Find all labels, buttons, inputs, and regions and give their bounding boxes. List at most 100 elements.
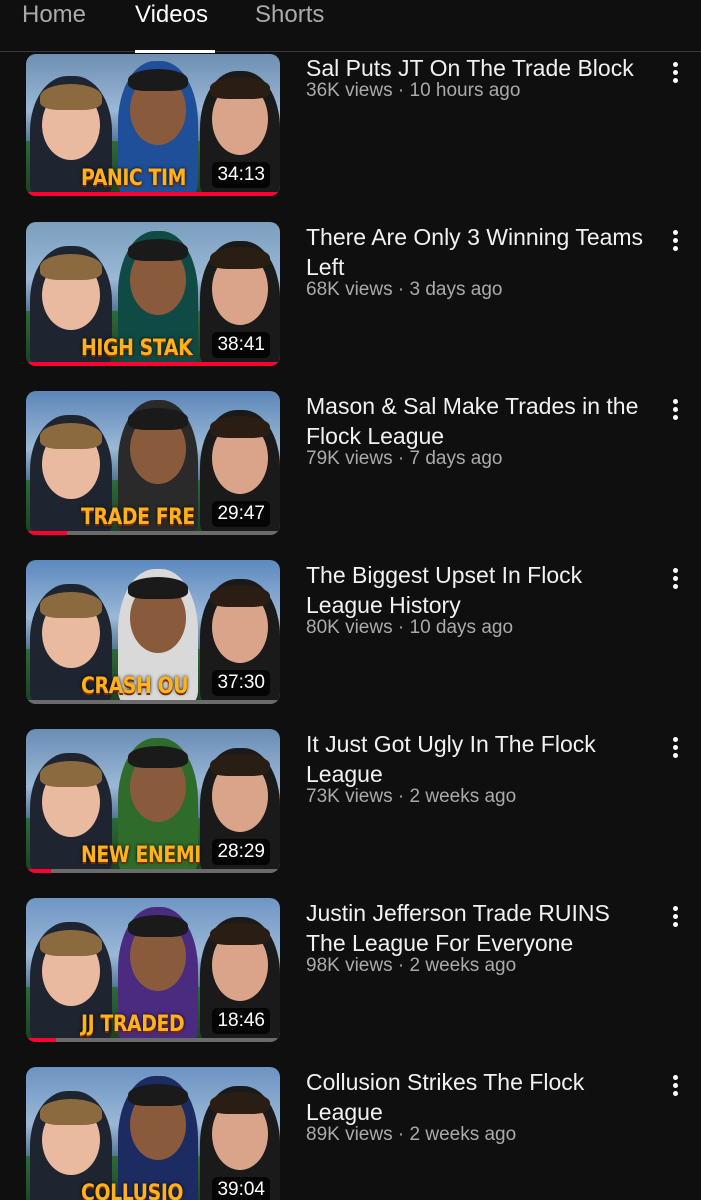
watch-progress-bar	[26, 192, 280, 196]
video-views: 89K views	[306, 1124, 393, 1145]
video-row[interactable]: COLLUSIO 39:04 Collusion Strikes The Flo…	[0, 1067, 701, 1200]
video-stats: 80K views · 10 days ago	[306, 617, 514, 638]
video-views: 79K views	[306, 448, 393, 469]
thumbnail-hair	[40, 930, 102, 956]
more-options-button[interactable]	[660, 391, 690, 431]
video-title[interactable]: Collusion Strikes The Flock League	[306, 1067, 646, 1127]
more-options-button[interactable]	[660, 898, 690, 938]
more-options-button[interactable]	[660, 560, 690, 600]
thumbnail-hair	[128, 408, 188, 430]
thumbnail-caption: NEW ENEMI	[81, 843, 201, 868]
tab-shorts-label: Shorts	[255, 1, 325, 28]
video-row[interactable]: PANIC TIM 34:13 Sal Puts JT On The Trade…	[0, 52, 701, 221]
video-row[interactable]: HIGH STAK 38:41 There Are Only 3 Winning…	[0, 222, 701, 391]
video-row[interactable]: JJ TRADED 18:46 Justin Jefferson Trade R…	[0, 898, 701, 1067]
thumbnail-hair	[210, 1092, 270, 1114]
thumbnail-hair	[128, 915, 188, 937]
video-duration: 38:41	[212, 332, 270, 358]
video-age: 10 days ago	[409, 617, 514, 638]
watch-progress-bar	[26, 869, 280, 873]
video-row[interactable]: NEW ENEMI 28:29 It Just Got Ugly In The …	[0, 729, 701, 898]
video-thumbnail[interactable]: COLLUSIO 39:04	[26, 1067, 280, 1200]
video-meta[interactable]: The Biggest Upset In Flock League Histor…	[306, 560, 646, 640]
video-row[interactable]: CRASH OU 37:30 The Biggest Upset In Floc…	[0, 560, 701, 729]
video-thumbnail[interactable]: TRADE FRE 29:47	[26, 391, 280, 535]
thumbnail-caption: HIGH STAK	[81, 336, 193, 361]
video-thumbnail[interactable]: PANIC TIM 34:13	[26, 54, 280, 196]
video-thumbnail[interactable]: CRASH OU 37:30	[26, 560, 280, 704]
video-title[interactable]: Justin Jefferson Trade RUINS The League …	[306, 898, 646, 958]
video-views: 68K views	[306, 279, 393, 300]
watch-progress-fill	[26, 869, 52, 873]
watch-progress-fill	[26, 1038, 57, 1042]
video-age: 2 weeks ago	[409, 1124, 517, 1145]
video-stats: 98K views · 2 weeks ago	[306, 955, 517, 976]
video-views: 36K views	[306, 80, 393, 101]
video-meta[interactable]: There Are Only 3 Winning Teams Left 68K …	[306, 222, 646, 302]
more-options-button[interactable]	[660, 729, 690, 769]
video-views: 80K views	[306, 617, 393, 638]
watch-progress-bar	[26, 700, 280, 704]
thumbnail-caption: CRASH OU	[81, 674, 189, 699]
watch-progress-fill	[26, 192, 280, 196]
video-views: 98K views	[306, 955, 393, 976]
tab-videos[interactable]: Videos	[135, 0, 215, 53]
thumbnail-hair	[210, 247, 270, 269]
video-title[interactable]: There Are Only 3 Winning Teams Left	[306, 222, 646, 282]
thumbnail-caption: COLLUSIO	[81, 1181, 184, 1200]
video-title[interactable]: Mason & Sal Make Trades in the Flock Lea…	[306, 391, 646, 451]
tab-shorts[interactable]: Shorts	[255, 0, 324, 52]
video-title[interactable]: The Biggest Upset In Flock League Histor…	[306, 560, 646, 620]
thumbnail-caption: JJ TRADED	[81, 1012, 185, 1037]
thumbnail-hair	[40, 254, 102, 280]
more-options-button[interactable]	[660, 1067, 690, 1107]
kebab-menu-icon	[660, 729, 690, 759]
video-meta[interactable]: Justin Jefferson Trade RUINS The League …	[306, 898, 646, 978]
kebab-menu-icon	[660, 1067, 690, 1097]
video-thumbnail[interactable]: JJ TRADED 18:46	[26, 898, 280, 1042]
kebab-menu-icon	[660, 222, 690, 252]
more-options-button[interactable]	[660, 222, 690, 262]
video-duration: 28:29	[212, 839, 270, 865]
thumbnail-hair	[40, 1099, 102, 1125]
video-age: 2 weeks ago	[409, 955, 517, 976]
video-duration: 39:04	[212, 1177, 270, 1200]
more-options-button[interactable]	[660, 54, 690, 94]
watch-progress-bar	[26, 1038, 280, 1042]
video-meta[interactable]: It Just Got Ugly In The Flock League 73K…	[306, 729, 646, 809]
thumbnail-hair	[210, 923, 270, 945]
video-age: 2 weeks ago	[409, 786, 517, 807]
video-meta[interactable]: Mason & Sal Make Trades in the Flock Lea…	[306, 391, 646, 471]
video-duration: 37:30	[212, 670, 270, 696]
thumbnail-hair	[210, 77, 270, 99]
video-duration: 18:46	[212, 1008, 270, 1034]
thumbnail-hair	[128, 577, 188, 599]
video-row[interactable]: TRADE FRE 29:47 Mason & Sal Make Trades …	[0, 391, 701, 560]
video-age: 10 hours ago	[409, 80, 521, 101]
watch-progress-fill	[26, 531, 67, 535]
video-age: 3 days ago	[409, 279, 503, 300]
video-stats: 73K views · 2 weeks ago	[306, 786, 517, 807]
thumbnail-hair	[128, 746, 188, 768]
video-duration: 29:47	[212, 501, 270, 527]
video-list: PANIC TIM 34:13 Sal Puts JT On The Trade…	[0, 52, 701, 1200]
video-meta[interactable]: Collusion Strikes The Flock League 89K v…	[306, 1067, 646, 1147]
video-thumbnail[interactable]: NEW ENEMI 28:29	[26, 729, 280, 873]
video-stats: 79K views · 7 days ago	[306, 448, 503, 469]
watch-progress-bar	[26, 362, 280, 366]
video-stats: 89K views · 2 weeks ago	[306, 1124, 517, 1145]
kebab-menu-icon	[660, 54, 690, 84]
video-thumbnail[interactable]: HIGH STAK 38:41	[26, 222, 280, 366]
video-stats: 68K views · 3 days ago	[306, 279, 503, 300]
video-title[interactable]: It Just Got Ugly In The Flock League	[306, 729, 646, 789]
thumbnail-caption: PANIC TIM	[81, 166, 187, 191]
tab-home[interactable]: Home	[22, 0, 86, 52]
thumbnail-hair	[40, 423, 102, 449]
thumbnail-hair	[210, 585, 270, 607]
thumbnail-hair	[128, 239, 188, 261]
thumbnail-hair	[210, 416, 270, 438]
thumbnail-hair	[128, 1084, 188, 1106]
video-meta[interactable]: Sal Puts JT On The Trade Block 36K views…	[306, 53, 646, 103]
tab-videos-label: Videos	[135, 1, 208, 28]
video-duration: 34:13	[212, 162, 270, 188]
